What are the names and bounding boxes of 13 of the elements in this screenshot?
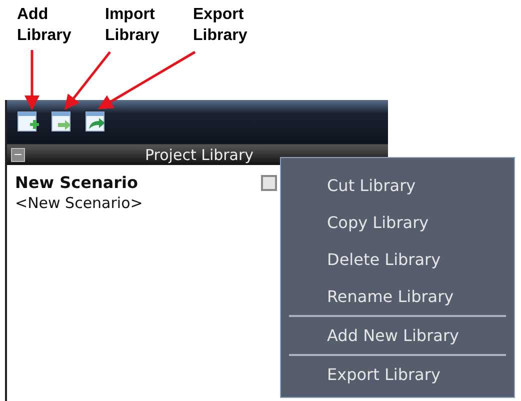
panel-title: Project Library — [145, 146, 254, 164]
annotation-arrow — [24, 50, 40, 110]
callout-label: Export Library — [193, 5, 248, 46]
menu-item[interactable]: Export Library — [289, 356, 506, 393]
callout-label: Import Library — [105, 5, 160, 46]
menu-item[interactable]: Delete Library — [289, 241, 506, 278]
collapse-button[interactable]: − — [11, 148, 25, 162]
menu-item[interactable]: Add New Library — [289, 317, 506, 354]
square-icon — [261, 175, 277, 191]
callout-label: Add Library — [17, 5, 72, 46]
menu-item[interactable]: Cut Library — [289, 167, 506, 204]
menu-item[interactable]: Copy Library — [289, 204, 506, 241]
menu-item[interactable]: Rename Library — [289, 278, 506, 315]
